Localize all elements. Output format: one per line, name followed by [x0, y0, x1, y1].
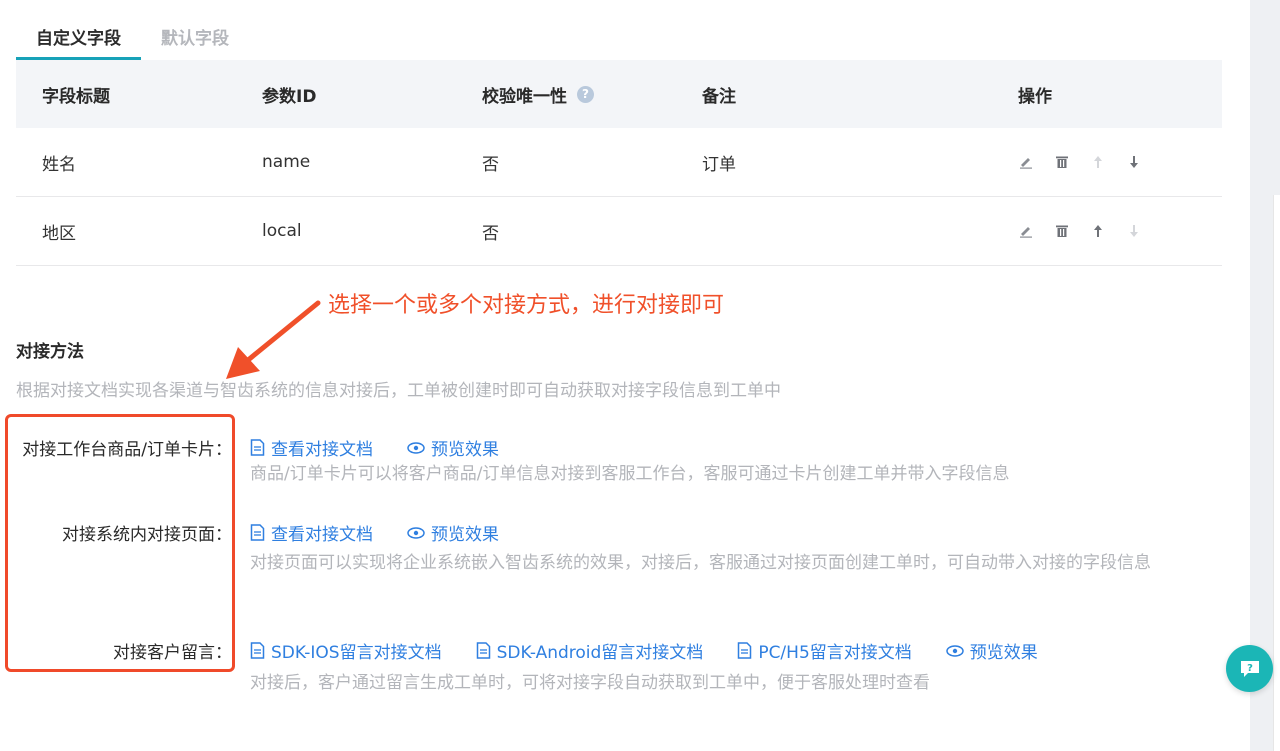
- method-description: 对接页面可以实现将企业系统嵌入智齿系统的效果，对接后，客服通过对接页面创建工单时…: [250, 553, 1151, 573]
- header-actions: 操作: [1018, 86, 1052, 107]
- annotation-arrow-icon: [226, 300, 321, 379]
- document-icon: [250, 439, 265, 456]
- method-links: SDK-IOS留言对接文档 SDK-Android留言对接文档 PC/H5留言对…: [250, 638, 1072, 663]
- edit-icon[interactable]: [1018, 154, 1034, 170]
- method-links: 查看对接文档 预览效果: [250, 520, 533, 545]
- view-doc-link[interactable]: 查看对接文档: [250, 435, 373, 460]
- fields-table: 字段标题 参数ID 校验唯一性 ? 备注 操作 姓名 name 否 订单 地区 …: [16, 60, 1222, 266]
- header-param-id: 参数ID: [262, 86, 317, 107]
- preview-link[interactable]: 预览效果: [946, 638, 1038, 663]
- link-label: 预览效果: [431, 440, 499, 460]
- document-icon: [476, 642, 490, 659]
- document-icon: [250, 524, 265, 541]
- header-unique-check: 校验唯一性 ?: [482, 82, 594, 107]
- move-down-icon[interactable]: [1126, 154, 1142, 170]
- method-description: 商品/订单卡片可以将客户商品/订单信息对接到客服工作台，客服可通过卡片创建工单并…: [250, 464, 1010, 484]
- eye-icon: [407, 441, 425, 454]
- link-label: 预览效果: [431, 525, 499, 545]
- link-label: 查看对接文档: [271, 525, 373, 545]
- eye-icon: [407, 526, 425, 539]
- help-chat-button[interactable]: ?: [1226, 645, 1273, 692]
- scrollbar[interactable]: [1273, 195, 1280, 751]
- cell-unique: 否: [482, 154, 499, 175]
- document-icon: [738, 642, 752, 659]
- link-label: SDK-Android留言对接文档: [496, 643, 704, 663]
- document-icon: [250, 642, 265, 659]
- cell-unique: 否: [482, 223, 499, 244]
- link-label: 查看对接文档: [271, 440, 373, 460]
- row-actions: [1018, 223, 1162, 239]
- move-down-icon[interactable]: [1126, 223, 1142, 239]
- eye-icon: [946, 644, 964, 657]
- cell-param-id: name: [262, 152, 311, 172]
- table-row: 地区 local 否: [16, 197, 1222, 266]
- annotation-callout: 选择一个或多个对接方式，进行对接即可: [328, 293, 725, 318]
- delete-icon[interactable]: [1054, 223, 1070, 239]
- method-label-pages: 对接系统内对接页面：: [62, 525, 232, 545]
- table-row: 姓名 name 否 订单: [16, 128, 1222, 197]
- header-field-title: 字段标题: [42, 86, 110, 107]
- section-title: 对接方法: [16, 342, 84, 362]
- edit-icon[interactable]: [1018, 223, 1034, 239]
- move-up-icon[interactable]: [1090, 154, 1106, 170]
- field-tabs: 自定义字段 默认字段: [16, 20, 249, 60]
- link-label: PC/H5留言对接文档: [758, 643, 912, 663]
- method-label-messages: 对接客户留言：: [113, 643, 232, 663]
- cell-param-id: local: [262, 221, 302, 241]
- row-actions: [1018, 154, 1162, 170]
- tab-custom-fields[interactable]: 自定义字段: [16, 20, 141, 60]
- cell-field-title: 姓名: [42, 154, 76, 175]
- link-label: SDK-IOS留言对接文档: [271, 643, 442, 663]
- link-label: 预览效果: [969, 643, 1038, 663]
- sdk-ios-doc-link[interactable]: SDK-IOS留言对接文档: [250, 638, 442, 663]
- cell-note: 订单: [702, 154, 736, 175]
- pc-h5-doc-link[interactable]: PC/H5留言对接文档: [737, 638, 912, 663]
- chat-help-icon: ?: [1240, 660, 1259, 677]
- svg-text:?: ?: [1247, 663, 1253, 674]
- cell-field-title: 地区: [42, 223, 76, 244]
- tab-default-fields[interactable]: 默认字段: [141, 20, 249, 60]
- help-icon[interactable]: ?: [577, 85, 594, 103]
- preview-link[interactable]: 预览效果: [407, 435, 499, 460]
- table-header: 字段标题 参数ID 校验唯一性 ? 备注 操作: [16, 60, 1222, 128]
- header-note: 备注: [702, 86, 736, 107]
- method-description: 对接后，客户通过留言生成工单时，可将对接字段自动获取到工单中，便于客服处理时查看: [250, 673, 930, 693]
- preview-link[interactable]: 预览效果: [407, 520, 499, 545]
- method-links: 查看对接文档 预览效果: [250, 435, 533, 460]
- delete-icon[interactable]: [1054, 154, 1070, 170]
- move-up-icon[interactable]: [1090, 223, 1106, 239]
- view-doc-link[interactable]: 查看对接文档: [250, 520, 373, 545]
- section-description: 根据对接文档实现各渠道与智齿系统的信息对接后，工单被创建时即可自动获取对接字段信…: [16, 381, 781, 401]
- sdk-android-doc-link[interactable]: SDK-Android留言对接文档: [476, 638, 704, 663]
- header-unique-check-label: 校验唯一性: [482, 86, 567, 107]
- method-label-cards: 对接工作台商品/订单卡片：: [22, 440, 232, 460]
